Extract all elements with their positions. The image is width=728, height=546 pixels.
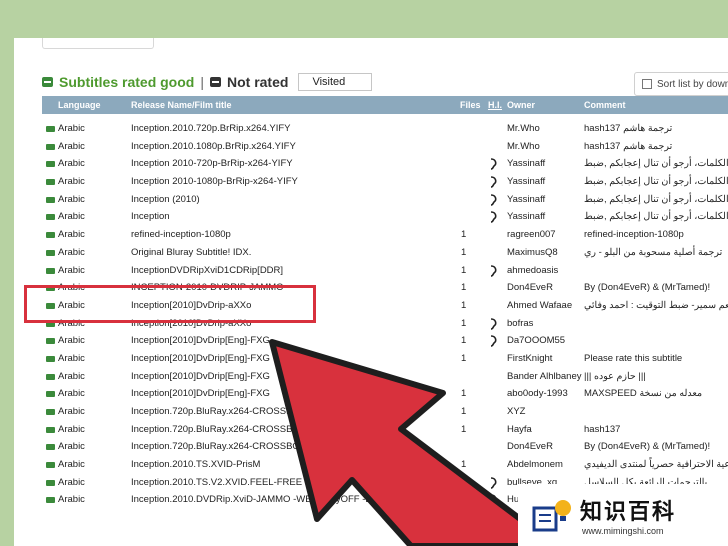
arrow-shape [269, 339, 559, 546]
watermark-text: 知识百科 [580, 499, 677, 524]
book-lightbulb-icon [532, 500, 571, 532]
watermark-url: www.mimingshi.com [582, 526, 664, 536]
watermark: 知识百科 www.mimingshi.com [518, 484, 728, 546]
pointer-arrow [269, 339, 559, 546]
